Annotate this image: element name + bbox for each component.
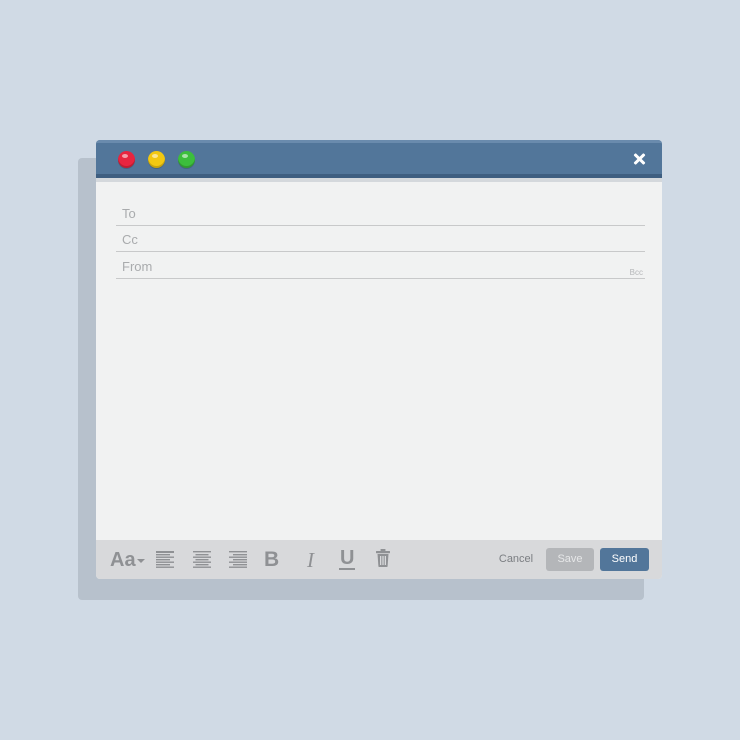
- chevron-down-icon: [136, 558, 145, 563]
- message-body[interactable]: [116, 285, 645, 535]
- italic-icon[interactable]: I: [307, 548, 314, 572]
- from-label: From: [122, 259, 153, 274]
- send-button[interactable]: Send: [600, 548, 649, 571]
- close-icon[interactable]: [628, 148, 650, 170]
- cc-field[interactable]: Cc: [116, 226, 645, 252]
- close-dot[interactable]: [118, 151, 135, 168]
- minimize-dot[interactable]: [148, 151, 165, 168]
- underline-icon[interactable]: U: [339, 547, 356, 570]
- from-field[interactable]: From Bcc: [116, 253, 645, 279]
- align-center-icon[interactable]: [193, 551, 211, 573]
- align-right-icon[interactable]: [229, 551, 247, 573]
- save-button[interactable]: Save: [546, 548, 594, 571]
- to-label: To: [122, 206, 136, 221]
- cc-label: Cc: [122, 232, 138, 247]
- formatting-toolbar: Aa B I U Cancel Save Send: [96, 540, 662, 579]
- trash-icon[interactable]: [376, 549, 390, 571]
- cc-input[interactable]: [166, 229, 615, 249]
- compose-window: To Cc From Bcc Aa B I U Cancel Save Send: [96, 140, 662, 579]
- to-input[interactable]: [166, 203, 615, 223]
- cancel-button[interactable]: Cancel: [494, 548, 538, 571]
- font-size-icon[interactable]: Aa: [110, 549, 145, 571]
- font-label: Aa: [110, 549, 136, 571]
- maximize-dot[interactable]: [178, 151, 195, 168]
- align-left-icon[interactable]: [156, 551, 174, 573]
- underline-label: U: [339, 547, 356, 570]
- to-field[interactable]: To: [116, 200, 645, 226]
- title-bar[interactable]: [96, 140, 662, 182]
- from-input[interactable]: [166, 256, 615, 276]
- bcc-link[interactable]: Bcc: [630, 268, 643, 277]
- bold-icon[interactable]: B: [264, 548, 279, 571]
